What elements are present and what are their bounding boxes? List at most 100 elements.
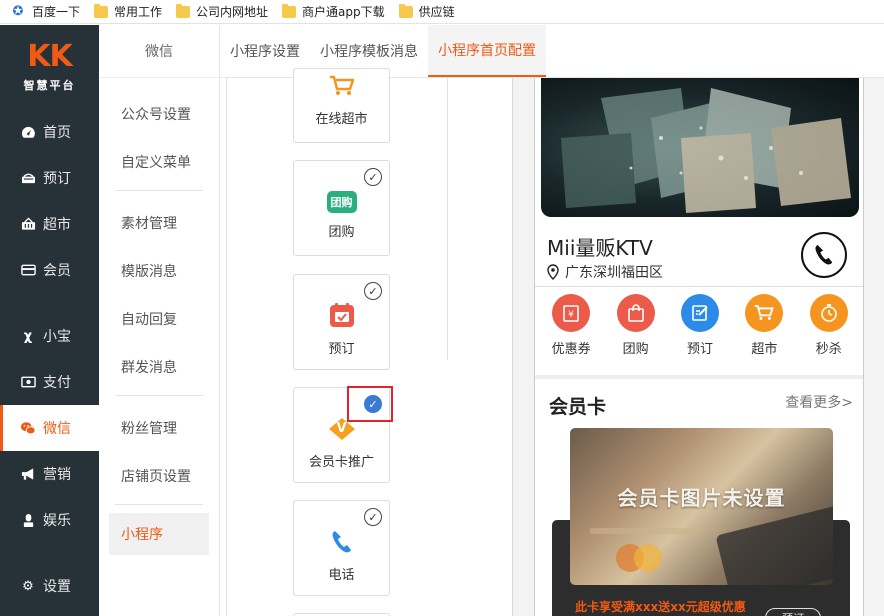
submenu-item-auto-reply[interactable]: 自动回复 [99, 295, 219, 343]
submenu-item-mini-program[interactable]: 小程序 [109, 513, 209, 555]
nav-item-payment[interactable]: 支付 [0, 359, 99, 405]
folder-icon [282, 3, 297, 18]
quick-link-label: 预订 [686, 342, 713, 357]
submenu-item-custom-menu[interactable]: 自定义菜单 [99, 138, 219, 186]
submenu-divider [115, 190, 203, 191]
nav-item-xiaobao[interactable]: χ 小宝 [0, 313, 99, 359]
reservation-icon [328, 302, 356, 330]
shop-banner-image [541, 78, 859, 217]
nav-item-wechat[interactable]: 微信 [0, 405, 99, 451]
widget-online-market[interactable]: 在线超市 [293, 68, 390, 143]
check-icon[interactable]: ✓ [364, 508, 382, 526]
widget-reservation[interactable]: ✓ 预订 [293, 274, 390, 370]
phone-icon [328, 528, 356, 556]
submenu-item-template-messages[interactable]: 模版消息 [99, 247, 219, 295]
check-icon[interactable]: ✓ [364, 282, 382, 300]
member-card-more-link[interactable]: 查看更多> [785, 392, 853, 412]
edit-icon [680, 294, 719, 332]
submenu-item-materials[interactable]: 素材管理 [99, 199, 219, 247]
svg-text:¥: ¥ [568, 310, 574, 320]
groupbuy-icon: 团购 [326, 190, 357, 213]
bookmark-label: 供应链 [418, 5, 455, 19]
nav-item-reservation[interactable]: 预订 [0, 155, 99, 201]
bookmark-label: 百度一下 [32, 5, 81, 19]
entertainment-icon [20, 512, 36, 528]
quick-link-flash-sale[interactable]: 秒杀 [801, 294, 857, 364]
quick-link-group-buy[interactable]: 团购 [608, 294, 664, 364]
nav-label: 微信 [43, 421, 71, 437]
quick-link-label: 团购 [622, 342, 649, 357]
logo-subtitle: 智慧平台 [23, 79, 76, 92]
bookmark-common-work[interactable]: 常用工作 [94, 0, 162, 24]
bag-icon [616, 294, 655, 332]
nav-item-market[interactable]: 超市 [0, 201, 99, 247]
quick-link-coupon[interactable]: ¥ 优惠券 [543, 294, 599, 364]
tab-mini-program-home-config[interactable]: 小程序首页配置 [428, 25, 546, 77]
coupon-icon: ¥ [552, 294, 591, 332]
submenu-item-store-page[interactable]: 店铺页设置 [99, 452, 219, 500]
shop-name: Mii量贩KTV [547, 236, 653, 260]
bookmark-app-download[interactable]: 商户通app下载 [282, 0, 385, 24]
folder-icon [94, 3, 109, 18]
bookmarks-bar: ✪ 百度一下 常用工作 公司内网地址 商户通app下载 供应链 [0, 0, 884, 24]
nav-item-settings[interactable]: ⚙ 设置 [0, 563, 99, 609]
nav-label: 超市 [43, 217, 71, 233]
check-icon[interactable]: ✓ [364, 168, 382, 186]
quick-link-reservation[interactable]: 预订 [672, 294, 728, 364]
nav-label: 娱乐 [43, 513, 71, 529]
submenu-item-mass-message[interactable]: 群发消息 [99, 343, 219, 391]
submenu-divider [115, 395, 203, 396]
widget-label: 在线超市 [315, 112, 368, 127]
bookmark-label: 常用工作 [114, 5, 163, 19]
call-button[interactable] [801, 232, 847, 278]
quick-link-label: 超市 [751, 342, 778, 357]
payment-icon [20, 374, 36, 390]
nav-label: 支付 [43, 375, 71, 391]
address-text: 广东深圳福田区 [565, 265, 663, 281]
submenu-item-fans[interactable]: 粉丝管理 [99, 404, 219, 452]
nav-item-member[interactable]: 会员 [0, 247, 99, 293]
member-card-button[interactable]: 预订 [765, 608, 821, 616]
bookmark-supply-chain[interactable]: 供应链 [398, 0, 455, 24]
submenu-spacer [99, 78, 219, 90]
nav-spacer [0, 543, 99, 563]
nav-label: 预订 [43, 171, 71, 187]
widget-phone[interactable]: ✓ 电话 [293, 500, 390, 596]
member-card-title: 会员卡 [549, 396, 607, 418]
bookmark-intranet[interactable]: 公司内网地址 [176, 0, 268, 24]
quick-link-label: 秒杀 [815, 342, 842, 357]
preview-screen: Mii量贩KTV 广东深圳福田区 ¥ 优惠券 团购 预订 超市 秒杀 会员卡 查… [534, 78, 864, 616]
bookmark-label: 商户通app下载 [302, 5, 385, 19]
location-pin-icon [547, 264, 559, 280]
highlight-box [347, 386, 393, 422]
widget-group-buy[interactable]: ✓ 团购 团购 [293, 160, 390, 256]
logo[interactable]: KK 智慧平台 [0, 25, 99, 109]
panel-divider [226, 78, 227, 616]
folder-icon [398, 3, 413, 18]
quick-links: ¥ 优惠券 团购 预订 超市 秒杀 [535, 294, 863, 364]
nav-item-entertainment[interactable]: 娱乐 [0, 497, 99, 543]
widget-label: 电话 [328, 567, 355, 583]
nav-label: 设置 [43, 579, 71, 595]
stopwatch-icon [809, 294, 848, 332]
reservation-icon [20, 170, 36, 186]
nav-item-home[interactable]: 首页 [0, 109, 99, 155]
widget-label: 会员卡推广 [308, 454, 374, 470]
submenu-item-official-account[interactable]: 公众号设置 [99, 90, 219, 138]
shop-address: 广东深圳福田区 [547, 262, 663, 282]
megaphone-icon [20, 466, 36, 482]
nav-item-marketing[interactable]: 营销 [0, 451, 99, 497]
quick-link-market[interactable]: 超市 [736, 294, 792, 364]
bookmark-label: 公司内网地址 [196, 5, 269, 19]
phone-icon [814, 244, 834, 266]
baidu-paw-icon: ✪ [12, 3, 24, 19]
member-card-promo: 此卡享受满xxx送xx元超级优惠 [575, 600, 746, 614]
dashboard-icon [20, 124, 36, 140]
xiaobao-icon: χ [23, 328, 33, 344]
nav-label: 会员 [43, 263, 71, 279]
cart-icon [328, 72, 356, 100]
wechat-submenu: 微信 公众号设置 自定义菜单 素材管理 模版消息 自动回复 群发消息 粉丝管理 … [99, 25, 220, 616]
settings-icon: ⚙ [22, 578, 34, 594]
bookmark-baidu[interactable]: ✪ 百度一下 [10, 0, 80, 24]
quick-link-label: 优惠券 [551, 342, 591, 357]
